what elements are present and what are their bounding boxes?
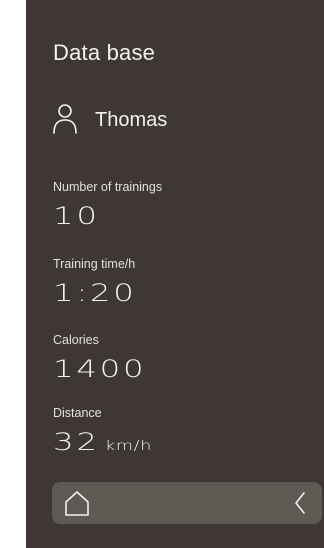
distance-unit: km/h — [105, 439, 153, 454]
stat-value-calories: 1400 — [53, 355, 147, 383]
person-icon — [53, 104, 77, 134]
bottom-nav-bar — [52, 482, 322, 524]
stat-value-distance: 32 km/h — [53, 428, 153, 456]
stat-label-calories: Calories — [53, 333, 99, 347]
stat-value-training-time: 1:20 — [53, 279, 137, 307]
stat-value-trainings: 10 — [53, 202, 100, 230]
chevron-left-icon[interactable] — [290, 490, 310, 516]
database-panel: Data base Thomas Number of trainings 10 … — [26, 0, 324, 548]
user-row[interactable]: Thomas — [52, 102, 167, 138]
stat-label-distance: Distance — [53, 406, 102, 420]
home-icon[interactable] — [62, 488, 92, 518]
stat-label-training-time: Training time/h — [53, 257, 136, 271]
user-name: Thomas — [95, 108, 168, 131]
stat-label-trainings: Number of trainings — [53, 180, 163, 194]
page-title: Data base — [53, 40, 156, 65]
